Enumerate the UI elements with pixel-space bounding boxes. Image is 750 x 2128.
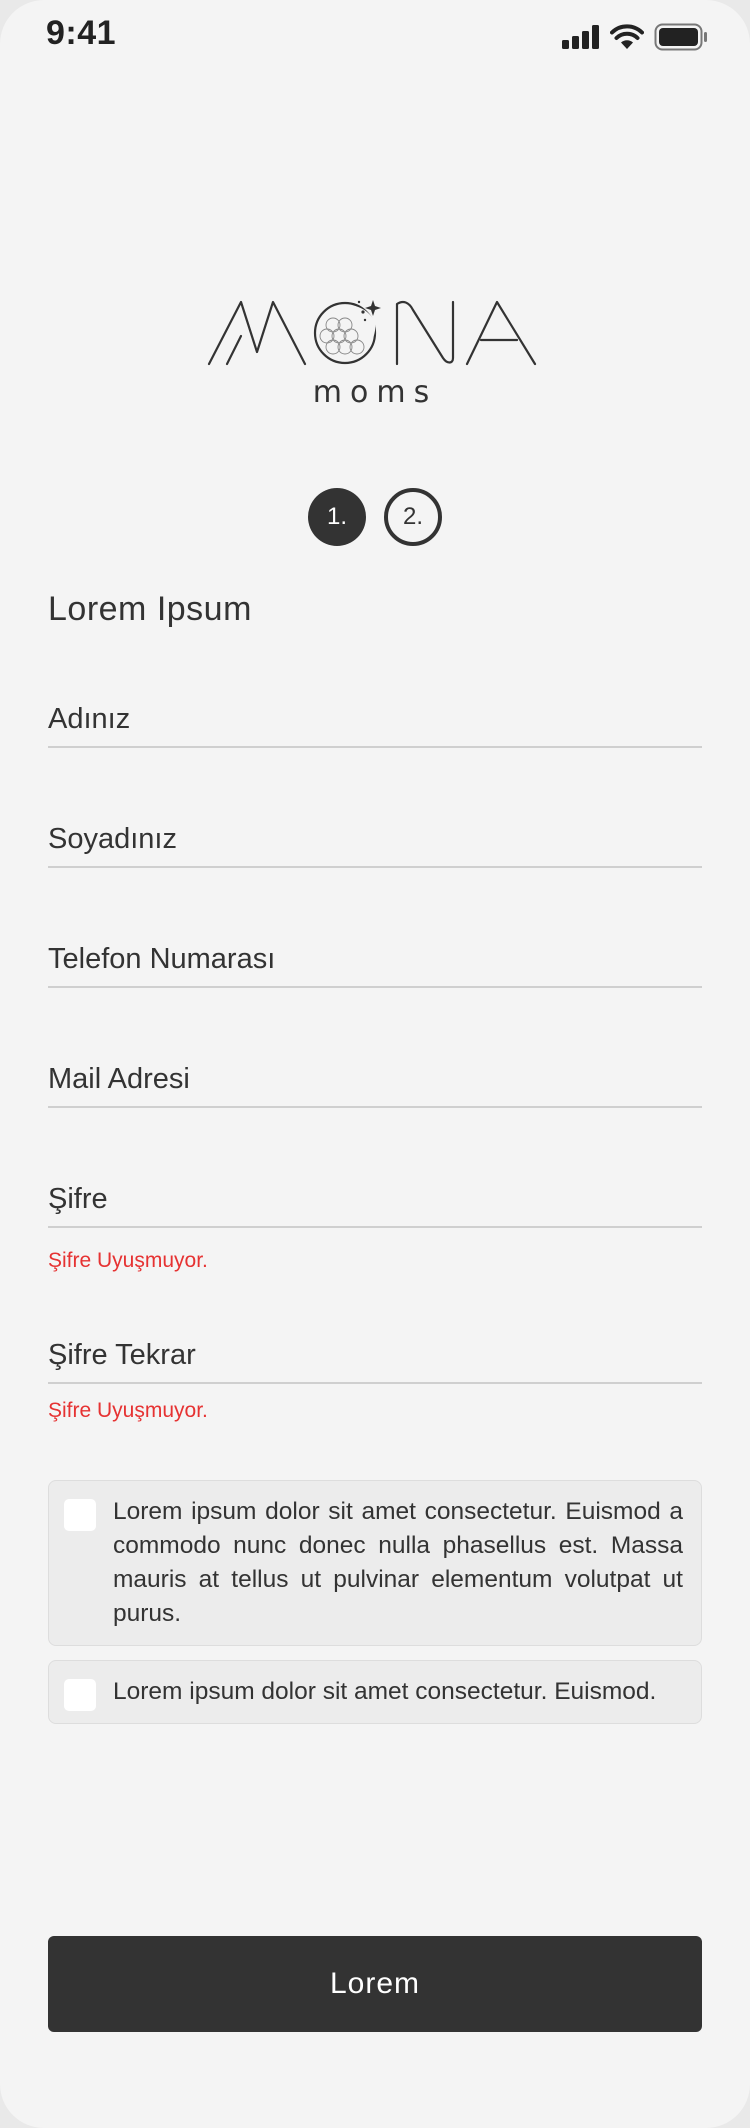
- brand-logo: moms: [205, 292, 545, 410]
- step-2[interactable]: 2.: [384, 488, 442, 546]
- signal-icon: [562, 25, 599, 49]
- consent-box-1: Lorem ipsum dolor sit amet consectetur. …: [48, 1480, 702, 1646]
- status-time: 9:41: [46, 14, 117, 52]
- consent-box-2: Lorem ipsum dolor sit amet consectetur. …: [48, 1660, 702, 1724]
- first-name-field: [48, 696, 702, 748]
- mona-moms-logo: moms: [207, 300, 537, 410]
- consent-checkbox-2[interactable]: [64, 1679, 96, 1711]
- logo-subtitle: moms: [313, 375, 437, 407]
- email-input[interactable]: [48, 1056, 702, 1102]
- consent-text-1: Lorem ipsum dolor sit amet consectetur. …: [113, 1498, 683, 1627]
- password-field: [48, 1176, 702, 1228]
- consent-text-2: Lorem ipsum dolor sit amet consectetur. …: [113, 1678, 657, 1705]
- step-indicator: 1. 2.: [0, 488, 750, 546]
- password-repeat-input[interactable]: [48, 1332, 702, 1378]
- first-name-input[interactable]: [48, 696, 702, 742]
- submit-button[interactable]: Lorem: [48, 1936, 702, 2032]
- email-field: [48, 1056, 702, 1108]
- consent-checkbox-1[interactable]: [64, 1499, 96, 1531]
- password-repeat-error: Şifre Uyuşmuyor.: [48, 1399, 208, 1422]
- password-input[interactable]: [48, 1176, 702, 1222]
- signup-screen: 9:41 moms 1. 2. Lorem Ipsum Adınız Soyad…: [0, 0, 750, 2128]
- form-heading: Lorem Ipsum: [48, 590, 252, 628]
- step-1[interactable]: 1.: [308, 488, 366, 546]
- last-name-input[interactable]: [48, 816, 702, 862]
- wifi-icon: [610, 24, 644, 49]
- battery-icon: [654, 23, 707, 51]
- password-error: Şifre Uyuşmuyor.: [48, 1249, 208, 1272]
- phone-input[interactable]: [48, 936, 702, 982]
- last-name-field: [48, 816, 702, 868]
- password-repeat-field: [48, 1332, 702, 1384]
- status-icons: [562, 22, 708, 52]
- phone-field: [48, 936, 702, 988]
